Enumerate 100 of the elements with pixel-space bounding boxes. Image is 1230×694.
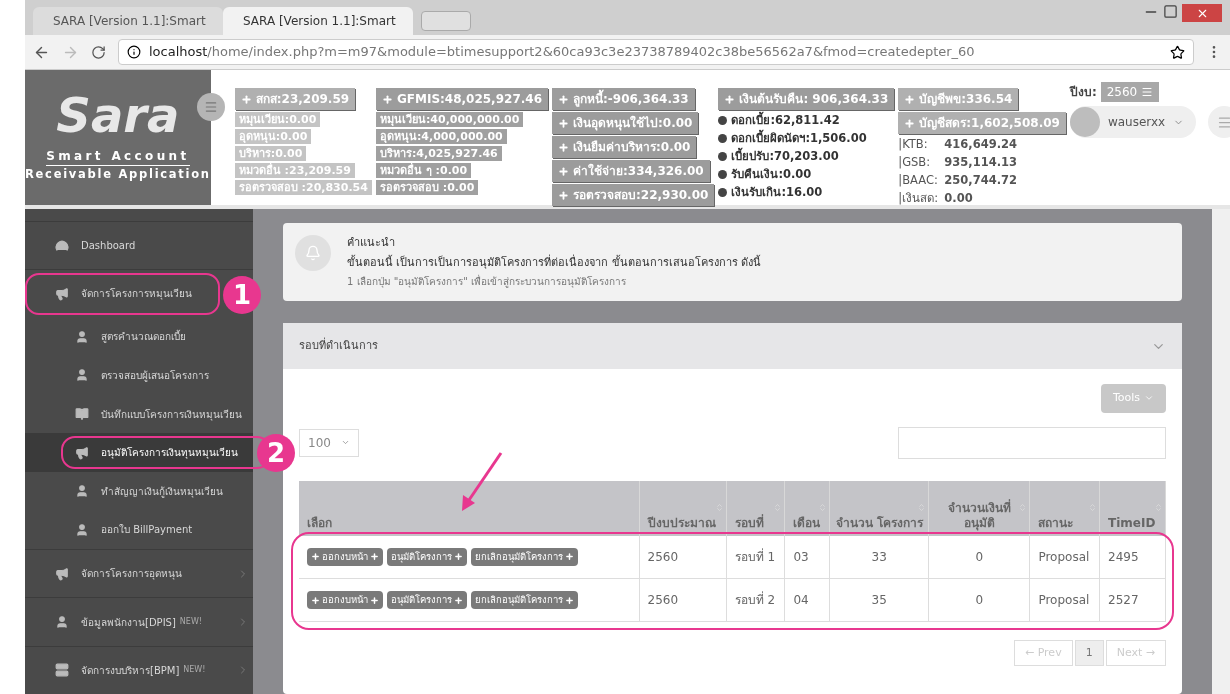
stat-text: ดอกเบี้ย:62,811.42 xyxy=(731,112,840,128)
sidebar-item[interactable]: ข้อมูลพนักงาน[DPIS] xyxy=(81,614,176,630)
column-header[interactable]: ปีงบประมาณ xyxy=(639,480,727,536)
browser-tab[interactable]: SARA [Version 1.1]:Smart xyxy=(223,7,413,35)
sidebar-item[interactable]: สูตรคำนวณดอกเบี้ย xyxy=(101,329,186,345)
action-button[interactable]: ยกเลิกอนุมัติโครงการ xyxy=(471,547,578,566)
table-cell: 03 xyxy=(784,535,830,579)
column-header[interactable]: สถานะ xyxy=(1029,480,1100,536)
action-button[interactable]: ออกงบหน้า xyxy=(307,547,383,566)
stat-tag: หมุนเวียน:40,000,000.00 xyxy=(375,112,524,127)
stat-button[interactable]: บัญชีสดร:1,602,508.09 xyxy=(898,112,1066,134)
action-button[interactable]: ออกงบหน้า xyxy=(307,590,383,610)
plus-icon xyxy=(565,595,574,605)
stat-button[interactable]: ค่าใช้จ่าย:334,326.00 xyxy=(552,160,710,182)
sidebar-item[interactable]: Dashboard xyxy=(81,238,136,254)
gauge-icon xyxy=(55,238,69,253)
action-button[interactable]: อนุมัติโครงการ xyxy=(387,547,467,566)
bank-label: |เงินสด: xyxy=(898,190,937,206)
stat-text: เบี้ยปรับ:70,203.00 xyxy=(731,148,839,164)
stat-button[interactable]: ลูกหนี้:-906,364.33 xyxy=(552,88,695,110)
bullet-icon xyxy=(718,151,728,161)
plus-icon xyxy=(558,141,569,153)
scrollbar[interactable] xyxy=(1212,209,1230,694)
stat-button[interactable]: GFMIS:48,025,927.46 xyxy=(375,88,548,110)
table-cell: 2560 xyxy=(639,535,727,579)
tab-title: SARA [Version 1.1]:Smart xyxy=(53,13,206,30)
book-icon xyxy=(75,407,89,422)
url-path: /home/index.php?m=m97&module=btimesupport2&60ca93c3e23738789402c38be56562a7&fmod=createdepter_60 xyxy=(207,43,975,62)
column-header[interactable]: จำนวนเงินที่ อนุมัติ xyxy=(928,480,1030,536)
stat-tag: รอตรวจสอบ :20,830.54 xyxy=(234,180,372,195)
sidebar-item[interactable]: จัดการโครงการหมุนเวียน xyxy=(81,286,192,302)
stat-tag: หมุนเวียน:0.00 xyxy=(234,112,321,127)
column-header[interactable]: TimeID xyxy=(1099,480,1166,536)
bookmark-icon[interactable] xyxy=(1170,44,1185,60)
column-header[interactable]: เลือก xyxy=(299,480,639,536)
year-label: ปีงบ: xyxy=(1069,84,1097,101)
user-icon xyxy=(75,368,89,383)
stat-tag: รอตรวจสอบ :0.00 xyxy=(375,180,479,195)
bank-amount: 250,744.72 xyxy=(944,172,1018,188)
sidebar-item[interactable]: ทำสัญญาเงินกู้เงินหมุนเวียน xyxy=(101,483,223,499)
table-cell: รอบที่ 1 xyxy=(726,535,785,579)
avatar-icon xyxy=(1069,107,1100,137)
column-header[interactable]: รอบที่ xyxy=(726,480,785,536)
table-cell: 2560 xyxy=(639,578,727,622)
search-field[interactable] xyxy=(898,426,1166,459)
stat-tag: หมวดอื่น :23,209.59 xyxy=(234,163,355,178)
table-cell: 2527 xyxy=(1099,578,1166,622)
plus-icon xyxy=(558,189,569,201)
table-cell: 0 xyxy=(928,535,1030,579)
close-window-button[interactable] xyxy=(1182,4,1222,22)
bullet-icon xyxy=(718,187,728,197)
logo-subtitle: Receivable Application xyxy=(25,166,211,184)
action-button[interactable]: ยกเลิกอนุมัติโครงการ xyxy=(471,590,578,610)
reload-icon[interactable] xyxy=(91,44,106,60)
sidebar-item[interactable]: จัดการโครงการอุดหนุน xyxy=(81,566,182,582)
browser-tab[interactable]: SARA [Version 1.1]:Smart xyxy=(33,7,223,35)
column-header[interactable]: เดือน xyxy=(784,480,830,536)
action-button[interactable]: อนุมัติโครงการ xyxy=(387,590,467,610)
stat-button[interactable]: เงินยืมค่าบริหาร:0.00 xyxy=(552,136,697,158)
table-cell: Proposal xyxy=(1029,578,1100,622)
stat-button[interactable]: เงินอุดหนุนใช้ไป:0.00 xyxy=(552,112,699,134)
maximize-icon[interactable] xyxy=(1163,4,1178,19)
user-icon xyxy=(55,615,69,630)
bell-icon xyxy=(295,235,331,271)
user-menu[interactable]: wauserxx xyxy=(1069,106,1197,138)
pointer-arrow xyxy=(459,450,505,513)
bank-label: |KTB: xyxy=(898,136,929,152)
plus-icon xyxy=(904,93,916,105)
menu-icon xyxy=(1141,86,1154,98)
table-cell: 33 xyxy=(829,535,929,579)
stat-button[interactable]: เงินต้นรับคืน: 906,364.33 xyxy=(718,88,895,110)
stat-button[interactable]: สกส:23,209.59 xyxy=(234,88,356,110)
stat-tag: อุดหนุน:4,000,000.00 xyxy=(375,129,507,144)
user-icon xyxy=(75,329,89,344)
stat-button[interactable]: รอตรวจสอบ:22,930.00 xyxy=(552,184,715,206)
bullet-icon xyxy=(718,133,728,143)
stat-tag: อุดหนุน:0.00 xyxy=(234,129,312,144)
sidebar-item[interactable]: จัดการงบบริหาร[BPM] xyxy=(81,662,180,678)
callout-number: 1 xyxy=(223,276,261,315)
column-header[interactable]: จำนวน โครงการ xyxy=(829,480,929,536)
table-cell: 04 xyxy=(784,578,830,622)
page-size-select[interactable]: 100 xyxy=(299,428,359,457)
sidebar-item[interactable]: ออกใบ BillPayment xyxy=(101,522,193,538)
url-host: localhost xyxy=(149,43,208,62)
sidebar-item[interactable]: ตรวจสอบผู้เสนอโครงการ xyxy=(101,367,209,383)
plus-icon xyxy=(311,552,320,562)
megaphone-icon xyxy=(75,445,89,460)
stat-text: รับคืนเงิน:0.00 xyxy=(731,166,812,182)
stat-button[interactable]: บัญชีพข:336.54 xyxy=(898,88,1019,110)
info-icon xyxy=(127,45,141,59)
plus-icon xyxy=(240,93,252,105)
megaphone-icon xyxy=(55,286,69,301)
year-button[interactable]: 2560 xyxy=(1100,82,1160,102)
sidebar-item[interactable]: บันทึกแบบโครงการเงินหมุนเวียน xyxy=(101,406,242,422)
address-bar[interactable]: localhost/home/index.php?m=m97&module=btimesupport2&60ca93c3e23738789402c38be56562a7&fmod=createdepter_60 xyxy=(118,39,1194,65)
plus-icon xyxy=(904,117,916,129)
notice-text: ขั้นตอนนี้ เป็นการเป็นการอนุมัติโครงการที่ต่อเนื่องจาก ขั้นตอนการเสนอโครงการ ดังนี้ xyxy=(347,254,762,271)
stat-tag: บริหาร:4,025,927.46 xyxy=(375,146,502,161)
pagination-button[interactable]: 1 xyxy=(1074,640,1104,666)
table-cell: 2495 xyxy=(1099,535,1166,579)
